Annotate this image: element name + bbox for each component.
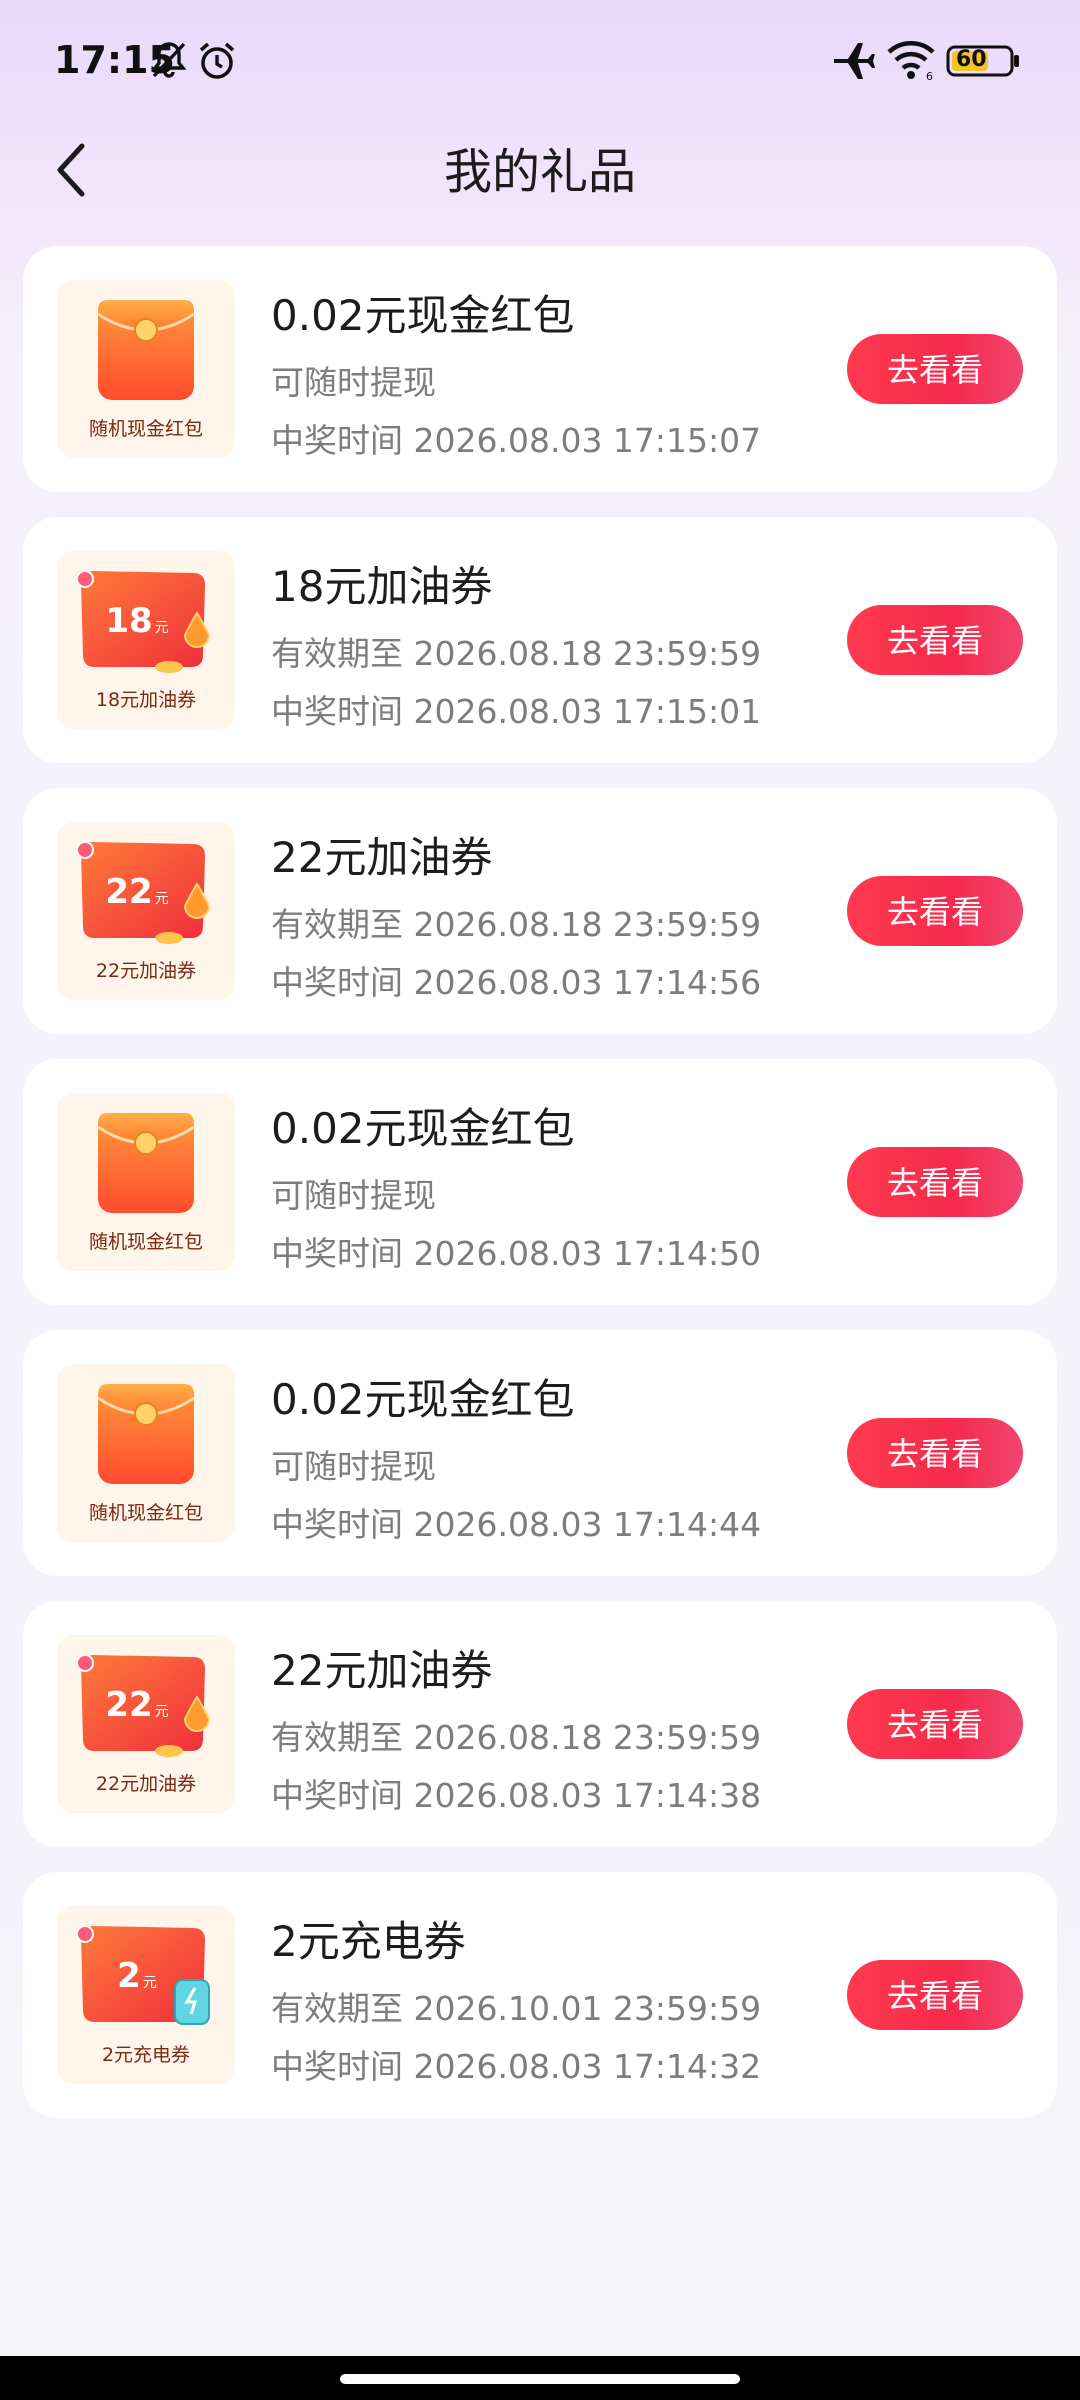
thumbnail-label: 2元充电券	[101, 2044, 191, 2066]
coupon-value: 2元	[117, 1956, 157, 1996]
gift-win-time: 中奖时间 2026.08.03 17:14:44	[271, 1505, 762, 1544]
top-nav-bar: 我的礼品	[0, 120, 1080, 240]
gift-card[interactable]: 22 元 22元加油券 22元加油券 有效期至 2026.08.18 23:59:59 中…	[23, 788, 1057, 1034]
battery-level: 60	[956, 47, 987, 72]
coupon-value: 22 元	[105, 872, 169, 912]
red-envelope-icon	[57, 1364, 235, 1504]
gift-win-time: 中奖时间 2026.08.03 17:14:50	[271, 1234, 762, 1273]
gift-name: 0.02元现金红包	[271, 1375, 575, 1424]
gift-thumbnail: 18 元 18元加油券	[57, 551, 235, 729]
gift-name: 22元加油券	[271, 1646, 493, 1695]
gift-card[interactable]: 随机现金红包 0.02元现金红包可随时提现中奖时间 2026.08.03 17:1…	[23, 1330, 1057, 1576]
wifi-icon: 6	[886, 38, 936, 86]
gift-thumbnail: 随机现金红包	[57, 1364, 235, 1542]
gift-thumbnail: 22 元 22元加油券	[57, 822, 235, 1000]
gift-thumbnail: 随机现金红包	[57, 280, 235, 458]
gift-name: 22元加油券	[271, 833, 493, 882]
gift-validity: 有效期至 2026.08.18 23:59:59	[271, 634, 762, 673]
gift-list: 随机现金红包 0.02元现金红包 可随时提现 中奖时间 2026.08.03 17:1…	[23, 246, 1057, 2143]
gift-name: 0.02元现金红包	[271, 291, 575, 340]
coupon-value: 18 元	[105, 601, 169, 641]
view-gift-button[interactable]: 去看看	[847, 1147, 1023, 1217]
gift-win-time: 中奖时间 2026.08.03 17:14:56	[271, 963, 762, 1002]
thumbnail-label: 随机现金红包	[88, 1231, 203, 1253]
gift-validity: 可随时提现	[271, 1447, 436, 1486]
gift-card[interactable]: 18 元 18元加油券 18元加油券 有效期至 2026.08.18 23:59:59 中…	[23, 517, 1057, 763]
mute-bell-icon	[150, 40, 188, 84]
alarm-icon	[196, 40, 238, 86]
thumbnail-label: 随机现金红包	[88, 1502, 203, 1524]
view-gift-button[interactable]: 去看看	[847, 1689, 1023, 1759]
battery-icon: 60	[946, 44, 1022, 82]
gift-validity: 可随时提现	[271, 1176, 436, 1215]
gift-thumbnail: 随机现金红包	[57, 1093, 235, 1271]
gift-thumbnail: 22 元 22元加油券	[57, 1635, 235, 1813]
gift-validity: 有效期至 2026.08.18 23:59:59	[271, 1718, 762, 1757]
gift-win-time: 中奖时间 2026.08.03 17:14:38	[271, 1776, 762, 1815]
view-gift-button[interactable]: 去看看	[847, 605, 1023, 675]
status-bar: 17:15 6 60	[0, 0, 1080, 120]
gift-card[interactable]: 随机现金红包 0.02元现金红包可随时提现中奖时间 2026.08.03 17:1…	[23, 246, 1057, 492]
thumbnail-label: 22元加油券	[95, 1773, 197, 1795]
thumbnail-label: 18元加油券	[95, 689, 197, 711]
red-envelope-icon	[57, 1093, 235, 1233]
gift-name: 18元加油券	[271, 562, 493, 611]
coupon-value: 22 元	[105, 1685, 169, 1725]
gift-name: 2元充电券	[271, 1917, 466, 1966]
gift-name: 0.02元现金红包	[271, 1104, 575, 1153]
home-indicator[interactable]	[340, 2374, 740, 2384]
gift-validity: 有效期至 2026.08.18 23:59:59	[271, 905, 762, 944]
view-gift-button[interactable]: 去看看	[847, 876, 1023, 946]
gift-thumbnail: 2 元 2元充电券	[57, 1906, 235, 2084]
gift-card[interactable]: 随机现金红包 0.02元现金红包可随时提现中奖时间 2026.08.03 17:1…	[23, 1059, 1057, 1305]
svg-text:6: 6	[926, 70, 933, 82]
gift-win-time: 中奖时间 2026.08.03 17:15:07	[271, 421, 762, 460]
view-gift-button[interactable]: 去看看	[847, 1960, 1023, 2030]
gift-card[interactable]: 2 元 2元充电券 2元充电券 有效期至 2026.10.01 23:59:59 中奖时间…	[23, 1872, 1057, 2118]
gift-validity: 可随时提现	[271, 363, 436, 402]
gift-validity: 有效期至 2026.10.01 23:59:59	[271, 1989, 762, 2028]
gift-card[interactable]: 22 元 22元加油券 22元加油券 有效期至 2026.08.18 23:59:59 中…	[23, 1601, 1057, 1847]
gift-win-time: 中奖时间 2026.08.03 17:14:32	[271, 2047, 762, 2086]
thumbnail-label: 随机现金红包	[88, 418, 203, 440]
view-gift-button[interactable]: 去看看	[847, 1418, 1023, 1488]
view-gift-button[interactable]: 去看看	[847, 334, 1023, 404]
thumbnail-label: 22元加油券	[95, 960, 197, 982]
gift-win-time: 中奖时间 2026.08.03 17:15:01	[271, 692, 762, 731]
page-title: 我的礼品	[443, 144, 636, 200]
airplane-icon	[830, 38, 876, 88]
red-envelope-icon	[57, 280, 235, 420]
